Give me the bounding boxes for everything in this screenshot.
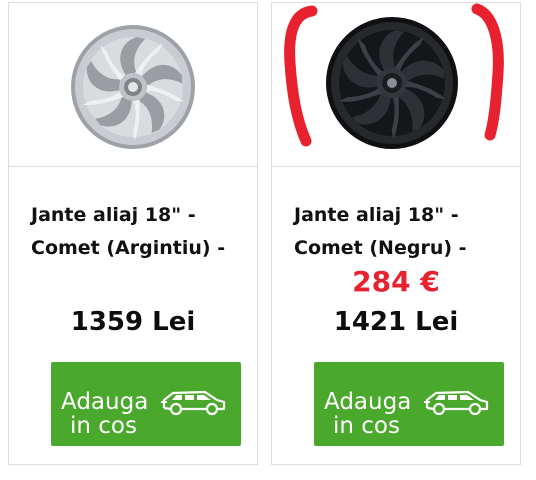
add-to-cart-button[interactable]: Adauga in cos [314,362,504,446]
car-icon [424,390,489,416]
product-image[interactable] [272,3,520,167]
product-title-line[interactable]: Jante aliaj 18" - [294,199,514,232]
add-to-cart-label-line: Adauga [61,389,149,415]
product-title[interactable]: Jante aliaj 18" - Comet (Argintiu) - [31,199,251,265]
product-title-line[interactable]: Jante aliaj 18" - [31,199,251,232]
car-icon [161,390,226,416]
add-to-cart-label-line: in cos [333,413,400,439]
red-marker-annotation [284,3,504,147]
product-title-line[interactable]: Comet (Negru) - [294,232,514,265]
product-title[interactable]: Jante aliaj 18" - Comet (Negru) - [294,199,514,265]
wheel-image [71,25,195,149]
product-card: Jante aliaj 18" - Comet (Negru) - 284 € … [271,2,521,465]
add-to-cart-label-line: Adauga [324,389,412,415]
add-to-cart-button[interactable]: Adauga in cos [51,362,241,446]
add-to-cart-label-line: in cos [70,413,137,439]
add-to-cart-label: Adauga in cos [324,390,411,438]
product-price: 1421 Lei [333,307,459,337]
add-to-cart-label: Adauga in cos [61,390,148,438]
product-title-line[interactable]: Comet (Argintiu) - [31,232,251,265]
product-price: 1359 Lei [70,307,196,337]
annotation-price: 284 € [352,265,440,298]
product-card: Jante aliaj 18" - Comet (Argintiu) - 135… [8,2,258,465]
product-image[interactable] [9,3,257,167]
